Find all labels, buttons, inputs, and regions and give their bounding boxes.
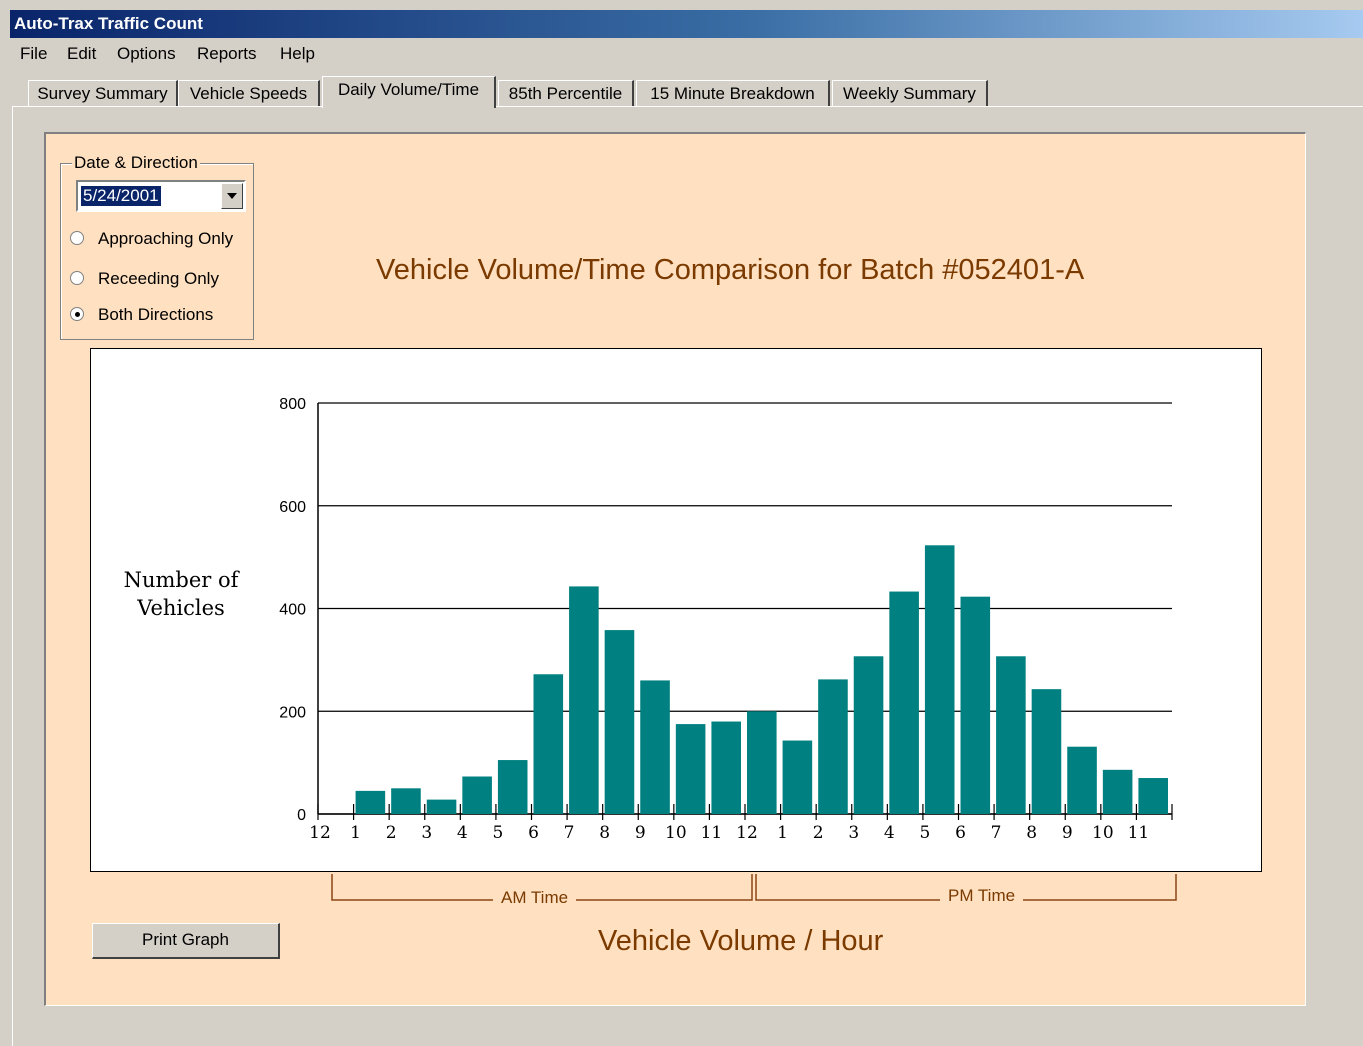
x-tick-label: 4	[457, 823, 468, 843]
tab-survey-summary[interactable]: Survey Summary	[28, 80, 178, 106]
x-tick-label: 10	[665, 823, 687, 843]
x-tick-label: 1	[350, 823, 361, 843]
bar	[996, 656, 1026, 814]
bar	[391, 788, 421, 814]
bar	[711, 721, 741, 814]
y-tick-label: 600	[279, 499, 306, 516]
bar	[747, 711, 777, 814]
x-tick-label: 9	[635, 823, 646, 843]
bar-chart: 020040060080012 1 2 3 4 5 6 7 8 9 10 11 12 1 2 3 4 5 6 7 8 9 1…	[279, 396, 1173, 843]
x-tick-label: 12	[309, 823, 331, 843]
menu-options[interactable]: Options	[117, 44, 176, 64]
x-tick-label: 11	[701, 823, 723, 843]
radio-label-approaching: Approaching Only	[98, 229, 234, 248]
x-axis-title: Vehicle Volume / Hour	[598, 925, 884, 957]
x-tick-label: 4	[884, 823, 895, 843]
radio-label-both: Both Directions	[98, 305, 214, 324]
tab-15-minute-breakdown[interactable]: 15 Minute Breakdown	[636, 80, 830, 106]
x-tick-label: 7	[991, 823, 1002, 843]
bar	[569, 586, 599, 814]
x-tick-label: 5	[493, 823, 504, 843]
x-tick-label: 9	[1062, 823, 1073, 843]
x-tick-label: 6	[528, 823, 539, 843]
bar	[853, 656, 884, 814]
date-select[interactable]: 5/24/2001	[76, 180, 246, 212]
bar	[1067, 746, 1097, 814]
y-tick-label: 400	[279, 602, 306, 619]
tab-85th-percentile[interactable]: 85th Percentile	[498, 80, 634, 106]
bar	[497, 760, 528, 814]
y-tick-label: 200	[279, 704, 306, 721]
x-tick-label: 7	[564, 823, 575, 843]
bar	[1138, 778, 1168, 814]
bar	[1102, 769, 1133, 814]
chevron-down-icon	[227, 193, 237, 199]
bar	[675, 724, 706, 814]
x-tick-label: 8	[599, 823, 610, 843]
tab-weekly-summary[interactable]: Weekly Summary	[832, 80, 988, 106]
y-axis-label: Number of Vehicles	[123, 568, 239, 620]
radio-circle-approaching	[70, 231, 84, 245]
radio-selected-dot	[75, 312, 80, 317]
bar	[640, 680, 670, 814]
bar	[1031, 689, 1062, 814]
radio-circle-both	[70, 307, 84, 321]
menu-reports[interactable]: Reports	[197, 44, 257, 64]
x-tick-label: 8	[1026, 823, 1037, 843]
radio-circle-receeding	[70, 271, 84, 285]
date-select-value: 5/24/2001	[81, 186, 161, 206]
x-tick-label: 2	[813, 823, 824, 843]
tab-vehicle-speeds[interactable]: Vehicle Speeds	[178, 80, 320, 106]
bar	[426, 799, 457, 814]
menu-help[interactable]: Help	[280, 44, 315, 64]
pm-time-label: PM Time	[940, 886, 1024, 906]
title-bar: Auto-Trax Traffic Count	[10, 10, 1363, 38]
bar	[889, 591, 919, 814]
tab-daily-volume-time[interactable]: Daily Volume/Time	[322, 76, 496, 108]
window-title: Auto-Trax Traffic Count	[14, 14, 203, 33]
print-graph-button[interactable]: Print Graph	[92, 923, 280, 959]
bar	[604, 630, 635, 814]
bar	[462, 776, 492, 814]
x-tick-label: 6	[955, 823, 966, 843]
bar	[818, 679, 848, 814]
dropdown-button[interactable]	[221, 183, 243, 209]
radio-label-receeding: Receeding Only	[98, 269, 219, 288]
chart-title: Vehicle Volume/Time Comparison for Batch…	[376, 254, 1085, 286]
bar	[355, 790, 386, 814]
x-tick-label: 12	[736, 823, 758, 843]
x-tick-label: 11	[1128, 823, 1150, 843]
x-tick-label: 2	[386, 823, 397, 843]
x-tick-label: 1	[777, 823, 788, 843]
x-tick-label: 3	[848, 823, 859, 843]
x-tick-label: 5	[920, 823, 931, 843]
menu-edit[interactable]: Edit	[67, 44, 96, 64]
tab-page-border-left	[12, 106, 13, 1046]
bar	[533, 674, 564, 814]
x-tick-label: 10	[1092, 823, 1114, 843]
bar	[924, 545, 955, 814]
y-tick-label: 800	[279, 396, 306, 413]
x-tick-label: 3	[421, 823, 432, 843]
date-direction-legend: Date & Direction	[72, 153, 200, 173]
am-time-label: AM Time	[493, 888, 577, 908]
time-range-brackets	[331, 874, 1177, 901]
bar	[782, 740, 813, 814]
y-tick-label: 0	[297, 807, 306, 824]
menu-file[interactable]: File	[20, 44, 47, 64]
bar	[960, 596, 991, 814]
